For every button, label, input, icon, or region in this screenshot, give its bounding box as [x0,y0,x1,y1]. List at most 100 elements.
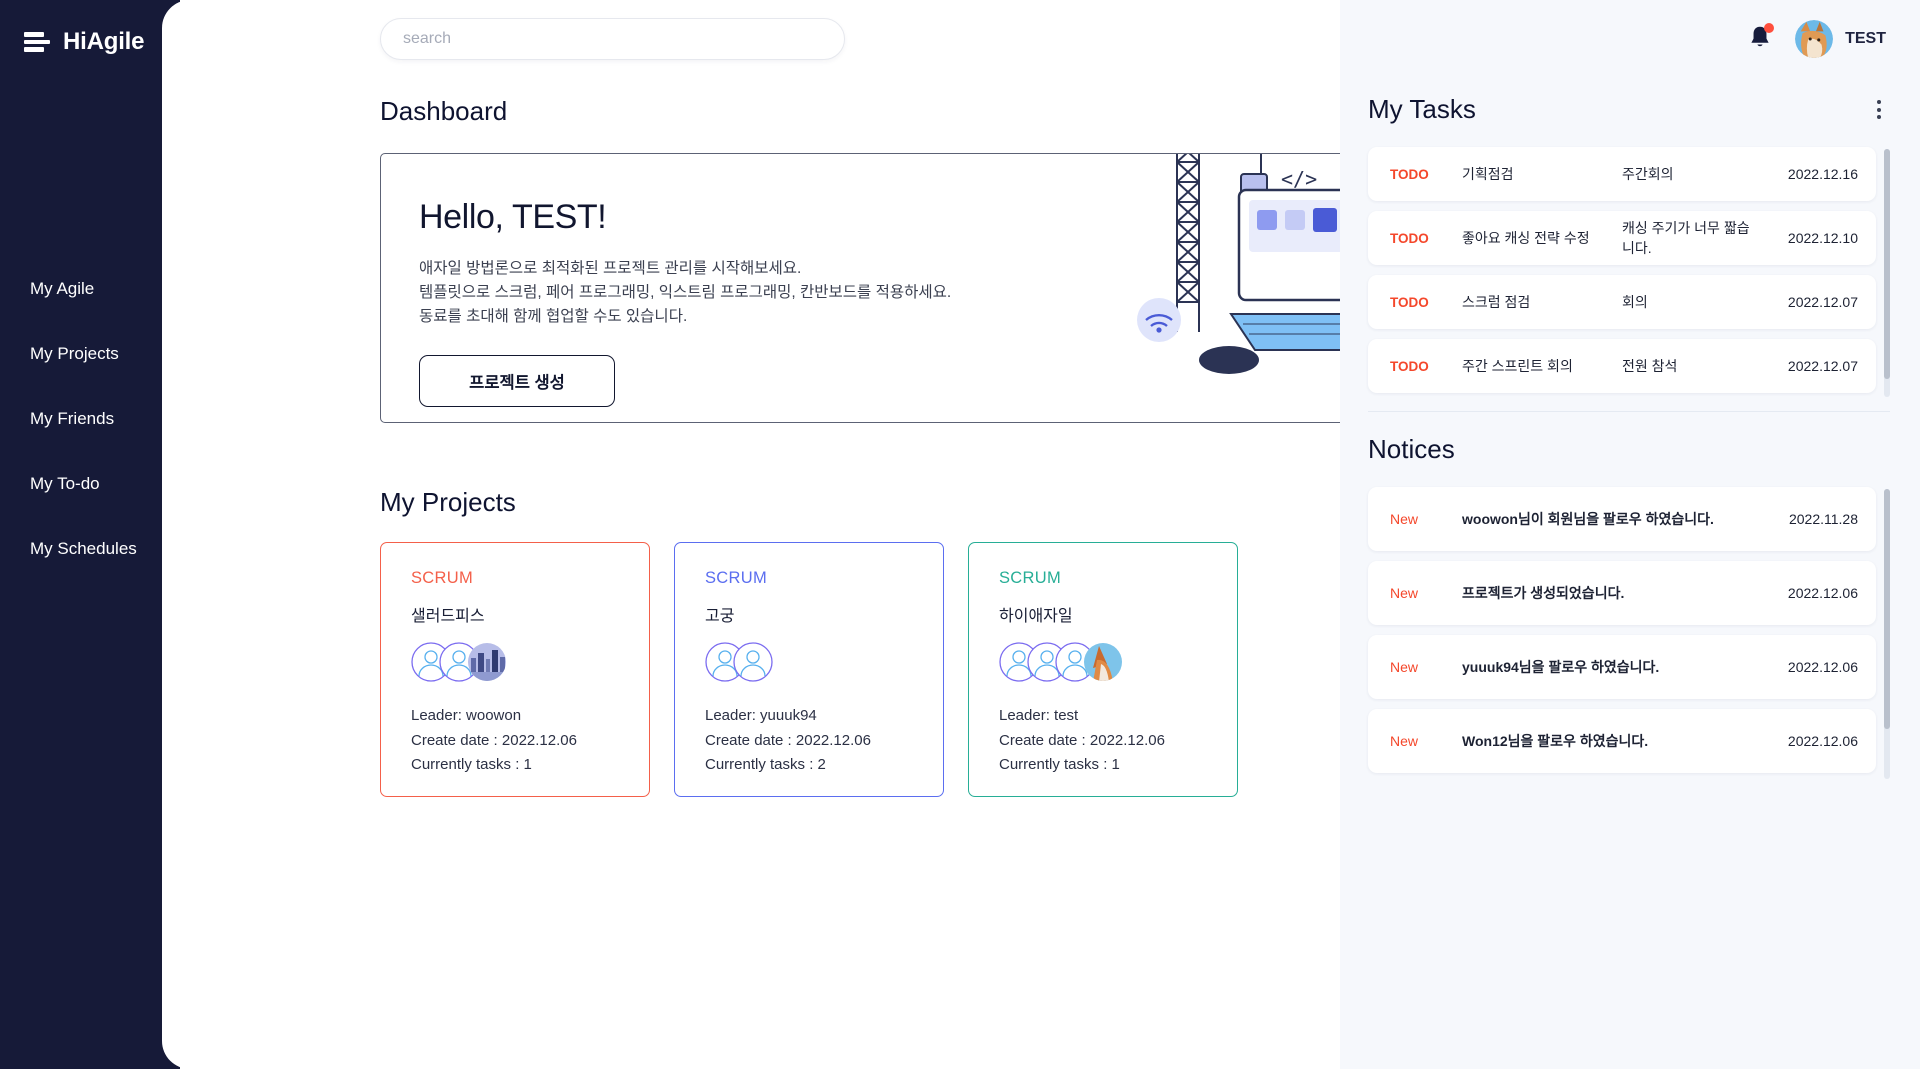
page-title: Dashboard [380,96,508,126]
task-row[interactable]: TODO 주간 스프린트 회의 전원 참석 2022.12.07 [1368,339,1876,393]
sidebar-item-my-schedules[interactable]: My Schedules [0,516,180,581]
my-tasks-kebab-menu-icon[interactable] [1868,99,1890,121]
status-badge: New [1390,659,1419,675]
project-name: 샐러드피스 [411,608,485,625]
project-leader: Leader: woowon [411,707,522,724]
notifications-button[interactable] [1747,23,1775,54]
hero-text-block: Hello, TEST! 애자일 방법론으로 최적화된 프로젝트 관리를 시작해… [381,154,1340,407]
status-badge: New [1390,733,1419,749]
user-name: TEST [1845,30,1886,47]
status-badge: TODO [1390,358,1429,374]
notice-text: woowon님이 회원님을 팔로우 하였습니다. [1462,511,1714,527]
create-project-button[interactable]: 프로젝트 생성 [419,355,615,407]
task-name: 스크럼 점검 [1462,294,1531,310]
projects-title: My Projects [380,487,516,517]
brand-name: HiAgile [63,28,145,55]
project-card[interactable]: SCRUM 고궁 Leader: yuuuk94 Create date : 2… [674,542,944,797]
center-body: Dashboard </> Hello, TEST! 애자일 방법론으로 최적화… [180,78,1340,797]
notice-text: Won12님을 팔로우 하였습니다. [1462,733,1649,749]
header-actions: TEST [1340,0,1920,78]
hero-line-2: 템플릿으로 스크럼, 페어 프로그래밍, 익스트림 프로그래밍, 칸반보드를 적… [419,284,952,301]
project-name: 하이애자일 [999,608,1073,625]
task-name: 주간 스프린트 회의 [1462,358,1573,374]
member-avatar-photo [468,643,506,681]
sidebar-item-my-projects[interactable]: My Projects [0,321,180,386]
sidebar-nav: My Agile My Projects My Friends My To-do… [0,256,180,581]
member-avatar-photo [1084,643,1122,681]
notices-scrollbar[interactable] [1884,489,1890,779]
task-row[interactable]: TODO 기획점검 주간회의 2022.12.16 [1368,147,1876,201]
sidebar: HiAgile My Agile My Projects My Friends … [0,0,180,1069]
project-members [411,642,649,682]
task-date: 2022.12.10 [1787,230,1858,246]
search-input[interactable] [380,18,845,60]
status-badge: New [1390,511,1419,527]
project-card[interactable]: SCRUM 샐러드피스 Leader: woowon Create date:… [380,542,650,797]
project-leader: Leader: yuuuk94 [705,707,817,724]
project-leader: Leader: test [999,707,1079,724]
notice-row[interactable]: New yuuuk94님을 팔로우 하였습니다. 2022.12.06 [1368,635,1876,699]
top-bar [180,0,1340,78]
project-meta: Leader: woowon Create date : 2022.12.06 … [411,704,649,778]
my-tasks-header: My Tasks [1368,94,1890,125]
task-name: 좋아요 캐싱 전략 수정 [1462,230,1590,246]
my-tasks-list: TODO 기획점검 주간회의 2022.12.16 TODO 좋아요 캐싱 전략… [1368,147,1890,397]
project-create-date: Create date : 2022.12.06 [705,731,871,749]
project-create-date: Create date : 2022.12.06 [999,731,1165,749]
hero-line-1: 애자일 방법론으로 최적화된 프로젝트 관리를 시작해보세요. [419,260,802,277]
project-meta: Leader: yuuuk94 Create date : 2022.12.06… [705,704,943,778]
notice-date: 2022.12.06 [1787,733,1858,749]
project-create-date: Create date : 2022.12.06 [411,731,577,749]
project-members [999,642,1237,682]
hero-greeting: Hello, TEST! [419,198,607,236]
user-menu[interactable]: TEST [1795,20,1886,58]
project-tasks: Currently tasks : 1 [411,756,532,773]
notice-text: 프로젝트가 생성되었습니다. [1462,585,1625,601]
task-date: 2022.12.07 [1787,294,1858,310]
notices-list: New woowon님이 회원님을 팔로우 하였습니다. 2022.11.28 … [1368,487,1890,779]
notice-date: 2022.12.06 [1787,585,1858,601]
member-avatar-icon [733,642,773,682]
stacked-bars-icon [24,31,50,53]
projects-grid: SCRUM 샐러드피스 Leader: woowon Create date:… [380,542,1340,797]
project-type: SCRUM [999,569,1061,587]
task-row[interactable]: TODO 스크럼 점검 회의 2022.12.07 [1368,275,1876,329]
project-tasks: Currently tasks : 1 [999,756,1120,773]
task-note: 캐싱 주기가 너무 짧습니다. [1622,220,1750,256]
project-card[interactable]: SCRUM 하이애자일 Leader: test Create date: 2… [968,542,1238,797]
project-members [705,642,943,682]
my-tasks-title: My Tasks [1368,94,1476,124]
notices-title: Notices [1368,434,1455,464]
sidebar-item-my-agile[interactable]: My Agile [0,256,180,321]
app-root: HiAgile My Agile My Projects My Friends … [0,0,1920,1069]
notices-header: Notices [1368,434,1890,465]
sidebar-item-my-friends[interactable]: My Friends [0,386,180,451]
sidebar-item-my-todo[interactable]: My To-do [0,451,180,516]
main-content: Dashboard [162,0,1340,1069]
status-badge: New [1390,585,1419,601]
task-date: 2022.12.07 [1787,358,1858,374]
notice-date: 2022.11.28 [1788,511,1858,527]
project-tasks: Currently tasks : 2 [705,756,826,773]
project-meta: Leader: test Create date : 2022.12.06 Cu… [999,704,1237,778]
projects-header: My Projects [380,487,1340,518]
right-panel: TEST My Tasks TODO 기획점검 주간회의 2022.12.16 … [1340,0,1920,1069]
notice-row[interactable]: New Won12님을 팔로우 하였습니다. 2022.12.06 [1368,709,1876,773]
avatar [1795,20,1834,58]
project-type: SCRUM [705,569,767,587]
brand-logo[interactable]: HiAgile [0,0,180,56]
notice-text: yuuuk94님을 팔로우 하였습니다. [1462,659,1660,675]
status-badge: TODO [1390,230,1429,246]
task-name: 기획점검 [1462,166,1514,182]
hero-description: 애자일 방법론으로 최적화된 프로젝트 관리를 시작해보세요. 템플릿으로 스크… [419,257,1340,329]
notice-date: 2022.12.06 [1787,659,1858,675]
notice-row[interactable]: New 프로젝트가 생성되었습니다. 2022.12.06 [1368,561,1876,625]
status-badge: TODO [1390,166,1429,182]
task-row[interactable]: TODO 좋아요 캐싱 전략 수정 캐싱 주기가 너무 짧습니다. 2022.1… [1368,211,1876,265]
my-tasks-scrollbar[interactable] [1884,149,1890,397]
notice-row[interactable]: New woowon님이 회원님을 팔로우 하였습니다. 2022.11.28 [1368,487,1876,551]
hero-card: </> Hello, TEST! 애자일 방법론으로 최적화된 프로젝트 관리를… [380,153,1340,423]
project-name: 고궁 [705,608,735,625]
notices-panel: Notices New woowon님이 회원님을 팔로우 하였습니다. 202… [1340,412,1920,779]
status-badge: TODO [1390,294,1429,310]
